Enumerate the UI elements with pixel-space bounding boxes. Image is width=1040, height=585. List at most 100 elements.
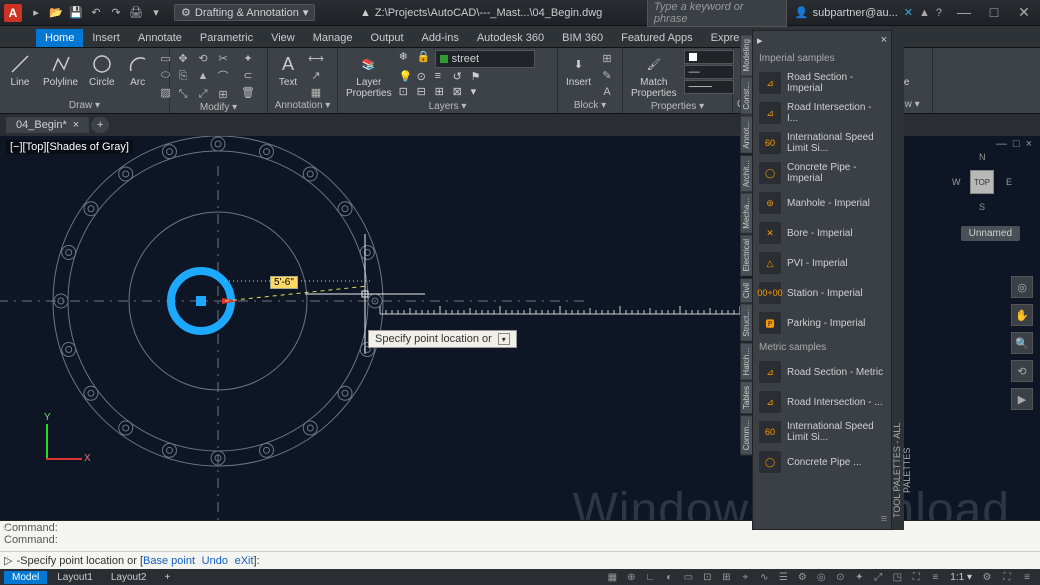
showmotion-icon[interactable]: ▶ [1011, 388, 1033, 410]
linetype-dropdown[interactable]: ─── [684, 80, 734, 94]
palette-item[interactable]: ✕Bore - Imperial [753, 218, 891, 248]
status-toggle[interactable]: ⊡ [698, 570, 716, 584]
color-dropdown[interactable] [684, 50, 734, 64]
palette-item[interactable]: ⊿Road Section - Imperial [753, 68, 891, 98]
minimize-icon[interactable]: — [952, 4, 976, 21]
viewcube-south[interactable]: S [979, 202, 985, 212]
print-icon[interactable]: 🖨 [128, 5, 144, 21]
status-toggle[interactable]: ⚙ [793, 570, 811, 584]
copy-icon[interactable]: ⎘ [174, 68, 192, 84]
status-toggle[interactable]: ⤢ [869, 570, 887, 584]
create-block-icon[interactable]: ⊞ [598, 50, 616, 66]
maximize-icon[interactable]: □ [1013, 138, 1020, 150]
palette-item[interactable]: ⊿Road Intersection - ... [753, 387, 891, 417]
save-icon[interactable]: 💾 [68, 5, 84, 21]
undo-icon[interactable]: ↶ [88, 5, 104, 21]
match-properties-button[interactable]: 🖌Match Properties [627, 50, 681, 101]
panel-label[interactable]: Layers ▾ [342, 101, 553, 113]
tab-featured-apps[interactable]: Featured Apps [612, 29, 702, 47]
status-toggle[interactable]: ◎ [812, 570, 830, 584]
status-toggle[interactable]: ◐ [660, 570, 678, 584]
attribute-icon[interactable]: A [598, 84, 616, 100]
annotation-scale[interactable]: 1:1 ▾ [950, 572, 972, 583]
palette-item[interactable]: 60International Speed Limit Si... [753, 417, 891, 447]
leader-icon[interactable]: ↗ [307, 67, 325, 83]
palette-item[interactable]: ⊿Road Intersection - I... [753, 98, 891, 128]
explode-icon[interactable]: ✦ [239, 50, 257, 66]
dropdown-icon[interactable]: ▾ [498, 333, 510, 345]
tab-output[interactable]: Output [362, 29, 413, 47]
layer-tool-icon[interactable]: ⊠ [453, 85, 469, 98]
tab-manage[interactable]: Manage [304, 29, 362, 47]
viewcube-west[interactable]: W [952, 177, 961, 187]
command-input[interactable]: ▷ -Specify point location or [ Base poin… [0, 551, 1040, 569]
minimize-icon[interactable]: — [996, 138, 1007, 150]
status-toggle[interactable]: ≡ [926, 570, 944, 584]
close-icon[interactable]: ✕ [1012, 4, 1036, 21]
tab-annotate[interactable]: Annotate [129, 29, 191, 47]
gear-icon[interactable]: ⚙ [978, 570, 996, 584]
tab-insert[interactable]: Insert [83, 29, 129, 47]
panel-label[interactable]: Properties ▾ [627, 101, 728, 113]
tab-home[interactable]: Home [36, 29, 83, 47]
customize-icon[interactable]: ≡ [1018, 570, 1036, 584]
tab-add-ins[interactable]: Add-ins [413, 29, 468, 47]
polyline-button[interactable]: Polyline [39, 50, 82, 90]
palette-item[interactable]: ◯Concrete Pipe ... [753, 447, 891, 477]
insert-button[interactable]: ⬇Insert [562, 50, 595, 90]
arc-button[interactable]: Arc [122, 50, 154, 90]
layer-match-icon[interactable]: ≡ [435, 70, 451, 83]
user-menu[interactable]: 👤 subpartner@au... [795, 6, 898, 19]
palette-item[interactable]: ◯Concrete Pipe - Imperial [753, 158, 891, 188]
status-toggle[interactable]: ⊞ [717, 570, 735, 584]
workspace-switcher[interactable]: ⚙ Drafting & Annotation ▾ [174, 4, 315, 21]
palette-options-icon[interactable]: ≡ [881, 513, 887, 525]
search-input[interactable]: Type a keyword or phrase [647, 0, 787, 27]
tab-autodesk-360[interactable]: Autodesk 360 [468, 29, 553, 47]
zoom-icon[interactable]: 🔍 [1011, 332, 1033, 354]
layer-iso-icon[interactable]: ⊙ [417, 70, 433, 83]
panel-label[interactable]: Modify ▾ [174, 102, 263, 113]
model-tab[interactable]: Model [4, 571, 47, 584]
palette-spine[interactable]: TOOL PALETTES - ALL PALETTES [892, 30, 904, 530]
layout-tab[interactable]: Layout2 [103, 571, 155, 584]
palette-close-icon[interactable]: × [881, 34, 887, 46]
stretch-icon[interactable]: ⤡ [174, 86, 192, 102]
lineweight-dropdown[interactable]: — [684, 65, 734, 79]
array-icon[interactable]: ⊞ [214, 86, 232, 102]
viewcube-east[interactable]: E [1006, 177, 1012, 187]
move-icon[interactable]: ✥ [174, 50, 192, 66]
viewcube-north[interactable]: N [979, 152, 986, 162]
clean-screen-icon[interactable]: ⛶ [998, 570, 1016, 584]
palette-item[interactable]: 00+00Station - Imperial [753, 278, 891, 308]
layer-properties-button[interactable]: 📚Layer Properties [342, 50, 396, 101]
panel-label[interactable]: Draw ▾ [4, 100, 165, 113]
new-icon[interactable]: ▸ [28, 5, 44, 21]
palette-item[interactable]: 60International Speed Limit Si... [753, 128, 891, 158]
redo-icon[interactable]: ↷ [108, 5, 124, 21]
tab-bim-360[interactable]: BIM 360 [553, 29, 612, 47]
layout-tab[interactable]: Layout1 [49, 571, 101, 584]
table-icon[interactable]: ▦ [307, 84, 325, 100]
steering-wheel-icon[interactable]: ◎ [1011, 276, 1033, 298]
tab-view[interactable]: View [262, 29, 304, 47]
tab-parametric[interactable]: Parametric [191, 29, 262, 47]
status-toggle[interactable]: ✦ [850, 570, 868, 584]
status-toggle[interactable]: ◳ [888, 570, 906, 584]
dimension-icon[interactable]: ⟷ [307, 50, 325, 66]
help-icon[interactable]: ? [936, 7, 942, 19]
layer-prev-icon[interactable]: ↺ [453, 70, 469, 83]
rotate-icon[interactable]: ⟲ [194, 50, 212, 66]
layer-dropdown[interactable]: street [435, 50, 535, 68]
palette-menu-icon[interactable]: ▸ [757, 34, 763, 47]
status-toggle[interactable]: ⌖ [736, 570, 754, 584]
status-toggle[interactable]: ∿ [755, 570, 773, 584]
layer-tool-icon[interactable]: ⊟ [417, 85, 433, 98]
viewcube-top[interactable]: TOP [970, 170, 994, 194]
file-tab[interactable]: 04_Begin*× [6, 117, 89, 133]
status-toggle[interactable]: ⊙ [831, 570, 849, 584]
palette-item[interactable]: 🅿Parking - Imperial [753, 308, 891, 338]
erase-icon[interactable]: 🗑 [239, 84, 257, 100]
orbit-icon[interactable]: ⟲ [1011, 360, 1033, 382]
exchange-icon[interactable]: ✕ [904, 6, 913, 19]
